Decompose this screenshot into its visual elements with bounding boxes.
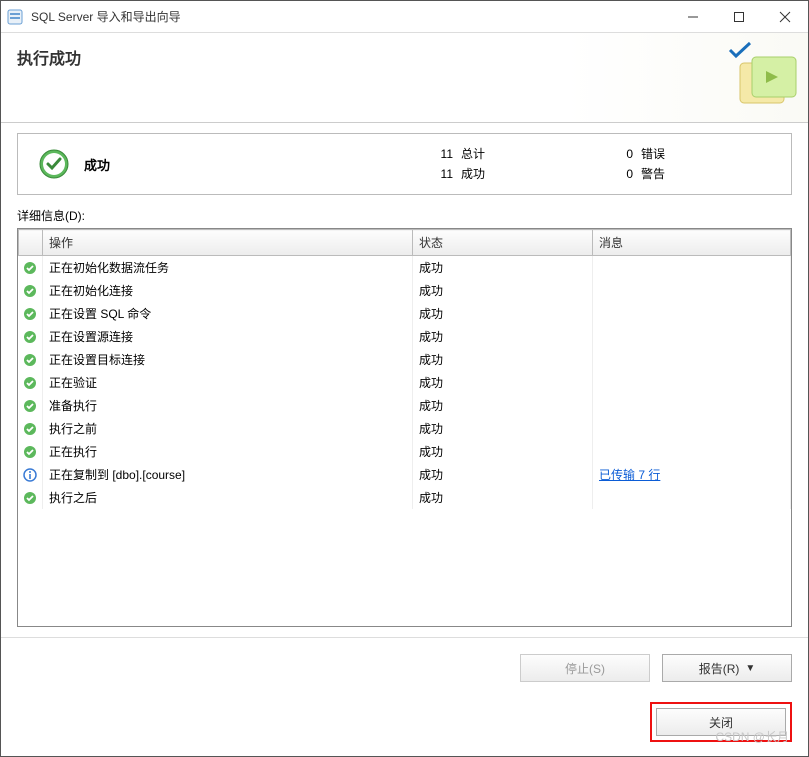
action-cell: 正在设置源连接 [43,325,413,348]
message-link[interactable]: 已传输 7 行 [599,468,660,482]
action-cell: 正在初始化连接 [43,279,413,302]
report-button[interactable]: 报告(R) ▼ [662,654,792,682]
col-header-action[interactable]: 操作 [43,230,413,256]
message-cell [593,279,791,302]
summary-errors: 0 错误 0 警告 [601,144,781,184]
app-icon [7,9,23,25]
success-icon [19,394,43,417]
info-icon [19,463,43,486]
close-window-button[interactable] [762,2,808,32]
close-button[interactable]: 关闭 [656,708,786,736]
message-cell [593,348,791,371]
page-title: 执行成功 [17,45,792,69]
summary-totals: 11 总计 11 成功 [421,144,601,184]
status-cell: 成功 [413,394,593,417]
status-cell: 成功 [413,371,593,394]
content-area: 成功 11 总计 11 成功 0 错误 0 警告 详细信息(D): [1,123,808,637]
status-cell: 成功 [413,417,593,440]
message-cell [593,302,791,325]
window-title: SQL Server 导入和导出向导 [31,8,670,25]
success-count: 11 [421,164,453,184]
message-cell [593,417,791,440]
table-row[interactable]: 执行之前成功 [19,417,791,440]
table-row[interactable]: 正在初始化连接成功 [19,279,791,302]
success-icon [19,417,43,440]
stop-button[interactable]: 停止(S) [520,654,650,682]
table-row[interactable]: 正在执行成功 [19,440,791,463]
message-cell [593,256,791,280]
status-cell: 成功 [413,256,593,280]
message-cell [593,394,791,417]
col-header-icon[interactable] [19,230,43,256]
details-table: 操作 状态 消息 正在初始化数据流任务成功正在初始化连接成功正在设置 SQL 命… [18,229,791,509]
success-label: 成功 [461,164,485,184]
message-cell: 已传输 7 行 [593,463,791,486]
success-icon [19,371,43,394]
total-label: 总计 [461,144,485,164]
details-label: 详细信息(D): [17,207,792,224]
status-cell: 成功 [413,325,593,348]
summary-box: 成功 11 总计 11 成功 0 错误 0 警告 [17,133,792,195]
success-icon [19,486,43,509]
action-cell: 执行之后 [43,486,413,509]
success-icon [19,440,43,463]
report-button-label: 报告(R) [699,660,740,677]
maximize-button[interactable] [716,2,762,32]
table-row[interactable]: 正在初始化数据流任务成功 [19,256,791,280]
message-cell [593,325,791,348]
details-table-wrap: 操作 状态 消息 正在初始化数据流任务成功正在初始化连接成功正在设置 SQL 命… [17,228,792,627]
dropdown-caret-icon: ▼ [745,663,755,674]
action-cell: 正在复制到 [dbo].[course] [43,463,413,486]
table-row[interactable]: 正在复制到 [dbo].[course]成功已传输 7 行 [19,463,791,486]
action-cell: 正在初始化数据流任务 [43,256,413,280]
error-label: 错误 [641,144,665,164]
total-count: 11 [421,144,453,164]
success-large-icon [38,148,70,180]
col-header-status[interactable]: 状态 [413,230,593,256]
success-icon [19,348,43,371]
table-row[interactable]: 执行之后成功 [19,486,791,509]
message-cell [593,486,791,509]
footer-row: 关闭 [1,692,808,756]
action-cell: 执行之前 [43,417,413,440]
error-count: 0 [601,144,633,164]
table-row[interactable]: 正在设置源连接成功 [19,325,791,348]
status-cell: 成功 [413,486,593,509]
header-decoration-icon [736,53,800,113]
titlebar: SQL Server 导入和导出向导 [1,1,808,33]
wizard-window: SQL Server 导入和导出向导 执行成功 [0,0,809,757]
status-cell: 成功 [413,463,593,486]
success-icon [19,256,43,280]
table-row[interactable]: 正在验证成功 [19,371,791,394]
col-header-message[interactable]: 消息 [593,230,791,256]
table-row[interactable]: 正在设置目标连接成功 [19,348,791,371]
action-cell: 正在设置目标连接 [43,348,413,371]
message-cell [593,371,791,394]
status-cell: 成功 [413,302,593,325]
header-panel: 执行成功 [1,33,808,123]
action-cell: 准备执行 [43,394,413,417]
status-cell: 成功 [413,348,593,371]
warning-count: 0 [601,164,633,184]
action-cell: 正在验证 [43,371,413,394]
summary-status-text: 成功 [84,155,110,174]
table-row[interactable]: 正在设置 SQL 命令成功 [19,302,791,325]
success-icon [19,279,43,302]
status-cell: 成功 [413,279,593,302]
action-button-row: 停止(S) 报告(R) ▼ [1,637,808,692]
close-button-highlight: 关闭 [650,702,792,742]
success-icon [19,302,43,325]
action-cell: 正在执行 [43,440,413,463]
action-cell: 正在设置 SQL 命令 [43,302,413,325]
success-icon [19,325,43,348]
status-cell: 成功 [413,440,593,463]
message-cell [593,440,791,463]
warning-label: 警告 [641,164,665,184]
table-row[interactable]: 准备执行成功 [19,394,791,417]
window-controls [670,2,808,32]
minimize-button[interactable] [670,2,716,32]
